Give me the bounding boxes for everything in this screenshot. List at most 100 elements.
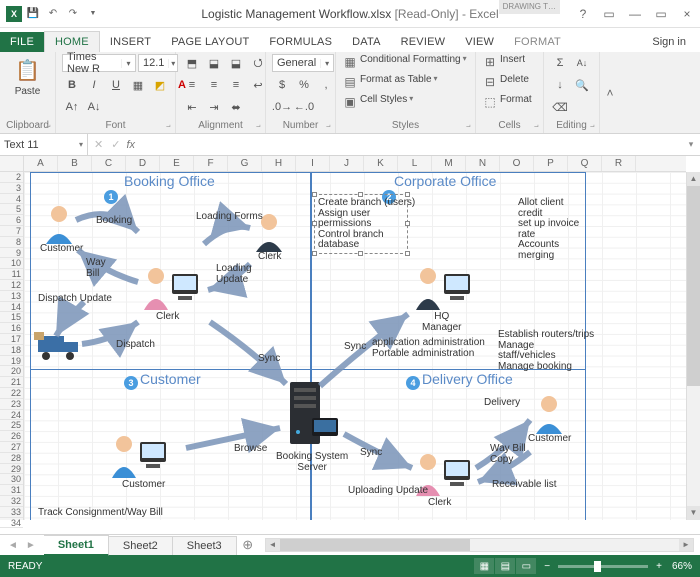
tab-home[interactable]: HOME [44,31,100,52]
clear-icon[interactable]: ⌫ [550,98,570,116]
number-format-combo[interactable]: General▾ [272,54,334,72]
zoom-level[interactable]: 66% [672,561,692,572]
vscroll-thumb[interactable] [687,186,700,386]
select-all-button[interactable] [0,156,24,172]
tab-nav-prev-icon[interactable]: ◄ [8,540,18,551]
fill-icon[interactable]: ↓ [550,76,570,94]
maximize-icon[interactable]: ▭ [648,1,674,27]
hscroll-thumb[interactable] [280,539,470,551]
align-middle-icon[interactable]: ⬓ [204,54,224,72]
percent-icon[interactable]: % [294,76,314,94]
format-cells-button[interactable]: ⬚Format [482,94,532,110]
tab-file[interactable]: FILE [0,32,44,52]
sheet-tab-2[interactable]: Sheet2 [109,536,173,555]
formula-input[interactable] [141,134,682,155]
view-page-break-icon[interactable]: ▭ [516,558,536,574]
lbl-loading-update: Loading Update [216,264,252,285]
selected-text-shape[interactable] [314,194,408,254]
zoom-out-icon[interactable]: − [544,561,550,572]
comma-icon[interactable]: , [316,76,336,94]
group-clipboard-label: Clipboard [6,120,49,133]
underline-button[interactable]: U [106,76,126,94]
view-page-layout-icon[interactable]: ▤ [495,558,515,574]
expand-formula-bar-icon[interactable]: ▾ [682,139,700,150]
ribbon-display-icon[interactable]: ▭ [596,1,622,27]
currency-icon[interactable]: $ [272,76,292,94]
group-alignment-label: Alignment [182,120,259,133]
row-headers[interactable]: 2345678910111213141516171819202122232425… [0,172,24,520]
tab-format[interactable]: FORMAT [504,32,571,52]
increase-indent-icon[interactable]: ⇥ [204,98,224,116]
wrap-text-icon[interactable]: ↩ [248,76,268,94]
undo-icon[interactable]: ↶ [44,5,62,23]
align-center-icon[interactable]: ≡ [204,76,224,94]
decrease-decimal-icon[interactable]: ←.0 [294,98,314,116]
cell-styles-button[interactable]: ▣Cell Styles▾ [342,94,413,110]
find-select-icon[interactable]: 🔍 [572,76,592,94]
lbl-app-admin: application administration Portable admi… [372,338,485,359]
contextual-tab-header: DRAWING T… [499,0,560,14]
sheet-tab-1[interactable]: Sheet1 [44,535,109,556]
lbl-dispatch: Dispatch [116,340,155,351]
column-headers[interactable]: ABCDEFGHIJKLMNOPQR [24,156,686,172]
minimize-icon[interactable]: — [622,1,648,27]
horizontal-scrollbar[interactable]: ◄ ► [265,538,694,552]
sign-in-link[interactable]: Sign in [644,32,694,52]
align-top-icon[interactable]: ⬒ [182,54,202,72]
excel-icon: X [6,6,22,22]
increase-decimal-icon[interactable]: .0→ [272,98,292,116]
cancel-formula-icon[interactable]: ✕ [94,138,103,151]
format-as-table-button[interactable]: ▤Format as Table▾ [342,74,438,90]
conditional-formatting-button[interactable]: ▦Conditional Formatting▾ [342,54,467,70]
merge-center-icon[interactable]: ⬌ [226,98,246,116]
lbl-establish: Establish routers/trips Manage staff/veh… [498,330,594,372]
vertical-scrollbar[interactable]: ▲ ▼ [686,172,700,520]
tab-view[interactable]: VIEW [455,32,504,52]
lbl-way-bill: Way Bill [86,258,106,279]
font-name-combo[interactable]: Times New R▾ [62,54,136,72]
tab-nav-next-icon[interactable]: ► [26,540,36,551]
lbl-dispatch-update: Dispatch Update [38,294,112,305]
view-normal-icon[interactable]: ▦ [474,558,494,574]
shrink-font-icon[interactable]: A↓ [84,98,104,116]
collapse-ribbon-icon[interactable]: ˄ [600,52,620,133]
italic-button[interactable]: I [84,76,104,94]
close-icon[interactable]: × [674,1,700,27]
autosum-icon[interactable]: Σ [550,54,570,72]
tab-formulas[interactable]: FORMULAS [259,32,342,52]
fill-color-button[interactable]: ◩ [150,76,170,94]
decrease-indent-icon[interactable]: ⇤ [182,98,202,116]
sheet-tab-3[interactable]: Sheet3 [173,536,237,555]
new-sheet-button[interactable]: ⊕ [237,537,259,553]
border-button[interactable]: ▦ [128,76,148,94]
align-right-icon[interactable]: ≡ [226,76,246,94]
enter-formula-icon[interactable]: ✓ [111,138,120,151]
font-size-combo[interactable]: 12.1▾ [138,54,178,72]
app-name: Excel [469,7,498,21]
paste-button[interactable]: 📋 Paste [12,54,44,99]
cell-grid[interactable]: Booking Office 1 Corporate Office 2 Cust… [24,172,686,520]
group-cells-label: Cells [482,120,537,133]
qat-customize-icon[interactable]: ▼ [84,5,102,23]
save-icon[interactable]: 💾 [24,5,42,23]
orientation-icon[interactable]: ⭯ [248,54,268,72]
fx-icon[interactable]: fx [126,139,141,151]
tab-insert[interactable]: INSERT [100,32,161,52]
align-left-icon[interactable]: ≡ [182,76,202,94]
help-icon[interactable]: ? [570,1,596,27]
delete-cells-button[interactable]: ⊟Delete [482,74,529,90]
status-ready: READY [8,561,42,572]
zoom-slider[interactable] [558,565,648,568]
bold-button[interactable]: B [62,76,82,94]
tab-data[interactable]: DATA [342,32,391,52]
align-bottom-icon[interactable]: ⬓ [226,54,246,72]
zoom-in-icon[interactable]: + [656,561,662,572]
grow-font-icon[interactable]: A↑ [62,98,82,116]
tab-page-layout[interactable]: PAGE LAYOUT [161,32,259,52]
redo-icon[interactable]: ↷ [64,5,82,23]
sort-filter-icon[interactable]: A↓ [572,54,592,72]
tab-review[interactable]: REVIEW [391,32,456,52]
insert-cells-button[interactable]: ⊞Insert [482,54,525,70]
group-styles-label: Styles [342,120,469,133]
name-box[interactable]: Text 11▾ [0,134,88,155]
